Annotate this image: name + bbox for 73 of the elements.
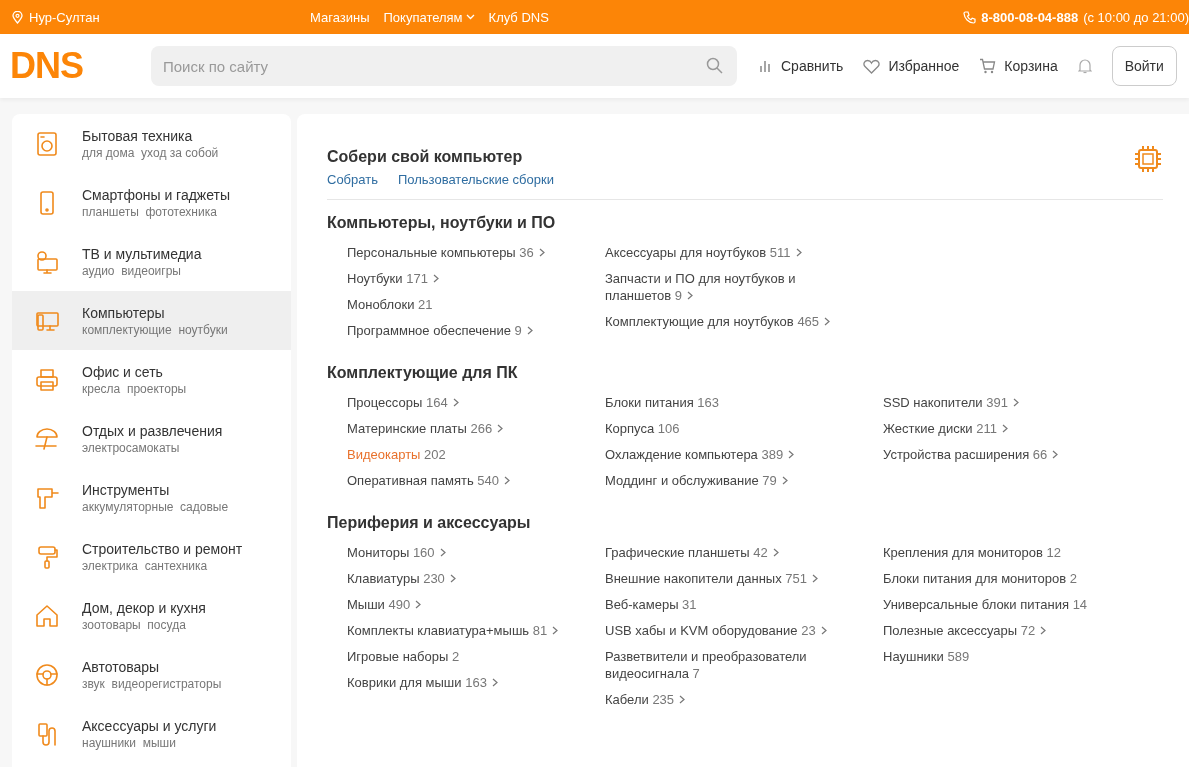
category-link[interactable]: Оперативная память 540 <box>347 468 582 494</box>
search-icon <box>706 57 723 74</box>
working-hours: (с 10:00 до 21:00) <box>1083 9 1189 25</box>
bar-chart-icon <box>759 59 773 73</box>
house-icon <box>34 602 60 629</box>
category-menu-item[interactable]: Инструменты аккумуляторные садовые <box>12 468 291 527</box>
category-link[interactable]: Клавиатуры 230 <box>347 566 582 592</box>
category-link[interactable]: Разветвители и преобразователи видеосигнала 7 <box>605 644 840 687</box>
category-link[interactable]: Мониторы 160 <box>347 540 582 566</box>
category-link[interactable]: Блоки питания 163 <box>605 390 840 416</box>
category-link[interactable]: Ноутбуки 171 <box>347 266 582 292</box>
category-link[interactable]: Видеокарты 202 <box>347 442 582 468</box>
printer-icon <box>34 366 60 393</box>
builder-link[interactable]: Пользовательские сборки <box>397 172 554 187</box>
category-menu-item[interactable]: Автотовары звук видеорегистраторы <box>12 645 291 704</box>
category-link[interactable]: Корпуса 106 <box>605 416 840 442</box>
category-link[interactable]: Полезные аксессуары 72 <box>883 618 1118 644</box>
category-menu-item[interactable]: Дом, декор и кухня зоотовары посуда <box>12 586 291 645</box>
beach-umbrella-icon <box>34 425 60 452</box>
header-nav-link[interactable]: Избранное <box>863 58 960 74</box>
category-menu-item[interactable]: Аксессуары и услуги наушники мыши <box>12 704 291 763</box>
phone-icon <box>963 10 977 24</box>
location-pin-icon <box>12 10 23 24</box>
category-link[interactable]: Веб-камеры 31 <box>605 592 840 618</box>
category-menu-item[interactable]: Отдых и развлечения электросамокаты <box>12 409 291 468</box>
category-link[interactable]: Моноблоки 21 <box>347 292 582 318</box>
bell-icon[interactable] <box>1077 58 1092 74</box>
category-link[interactable]: Универсальные блоки питания 14 <box>883 592 1118 618</box>
category-link[interactable]: USB хабы и KVM оборудование 23 <box>605 618 840 644</box>
category-link[interactable]: Блоки питания для мониторов 2 <box>883 566 1118 592</box>
category-link[interactable]: Комплекты клавиатура+мышь 81 <box>347 618 582 644</box>
category-link[interactable]: Наушники 589 <box>883 644 1118 670</box>
search-field[interactable]: Поиск по сайту <box>151 46 737 86</box>
category-link[interactable]: Крепления для мониторов 12 <box>883 540 1118 566</box>
category-link[interactable]: Жесткие диски 211 <box>883 416 1118 442</box>
category-link[interactable]: Моддинг и обслуживание 79 <box>605 468 840 494</box>
cart-icon <box>979 58 997 74</box>
category-link[interactable]: Процессоры 164 <box>347 390 582 416</box>
category-link[interactable]: Внешние накопители данных 751 <box>605 566 840 592</box>
category-menu-item[interactable]: Смартфоны и гаджеты планшеты фототехника <box>12 173 291 232</box>
category-menu-item[interactable]: Строительство и ремонт электрика сантехника <box>12 527 291 586</box>
category-menu-item[interactable]: Компьютеры комплектующие ноутбуки <box>12 291 291 350</box>
category-link[interactable]: Программное обеспечение 9 <box>347 318 582 344</box>
category-link[interactable]: Аксессуары для ноутбуков 511 <box>605 240 840 266</box>
category-link[interactable]: Устройства расширения 66 <box>883 442 1118 468</box>
category-link[interactable]: Коврики для мыши 163 <box>347 670 582 696</box>
processor-chip-icon <box>1133 144 1163 174</box>
section-heading: Периферия и аксессуары <box>327 514 532 532</box>
category-link[interactable]: Кабели 235 <box>605 687 840 713</box>
category-link[interactable]: Материнские платы 266 <box>347 416 582 442</box>
category-menu-item[interactable]: Бытовая техника для дома уход за собой <box>12 114 291 173</box>
section-heading: Компьютеры, ноутбуки и ПО <box>327 214 557 232</box>
caret-icon <box>465 14 475 20</box>
category-menu-item[interactable]: Офис и сеть кресла проекторы <box>12 350 291 409</box>
category-link[interactable]: Охлаждение компьютера 389 <box>605 442 840 468</box>
steering-wheel-icon <box>34 661 60 688</box>
header-nav-link[interactable]: Корзина <box>979 58 1058 74</box>
header-nav-link[interactable]: Сравнить <box>759 58 844 74</box>
heart-icon <box>863 58 881 74</box>
builder-title: Собери свой компьютер <box>327 148 524 166</box>
category-link[interactable]: Игровые наборы 2 <box>347 644 582 670</box>
section-heading: Комплектующие для ПК <box>327 364 519 382</box>
category-link[interactable]: Персональные компьютеры 36 <box>347 240 582 266</box>
washing-machine-icon <box>34 130 60 157</box>
category-link[interactable]: Мыши 490 <box>347 592 582 618</box>
login-button[interactable]: Войти <box>1111 46 1177 86</box>
category-link[interactable]: Запчасти и ПО для ноутбуков и планшетов 9 <box>605 266 840 309</box>
tv-icon <box>34 248 60 275</box>
category-menu-item[interactable]: ТВ и мультимедиа аудио видеоигры <box>12 232 291 291</box>
category-link[interactable]: Графические планшеты 42 <box>605 540 840 566</box>
builder-link[interactable]: Собрать <box>327 172 378 187</box>
category-link[interactable]: SSD накопители 391 <box>883 390 1118 416</box>
category-link[interactable]: Комплектующие для ноутбуков 465 <box>605 309 840 335</box>
